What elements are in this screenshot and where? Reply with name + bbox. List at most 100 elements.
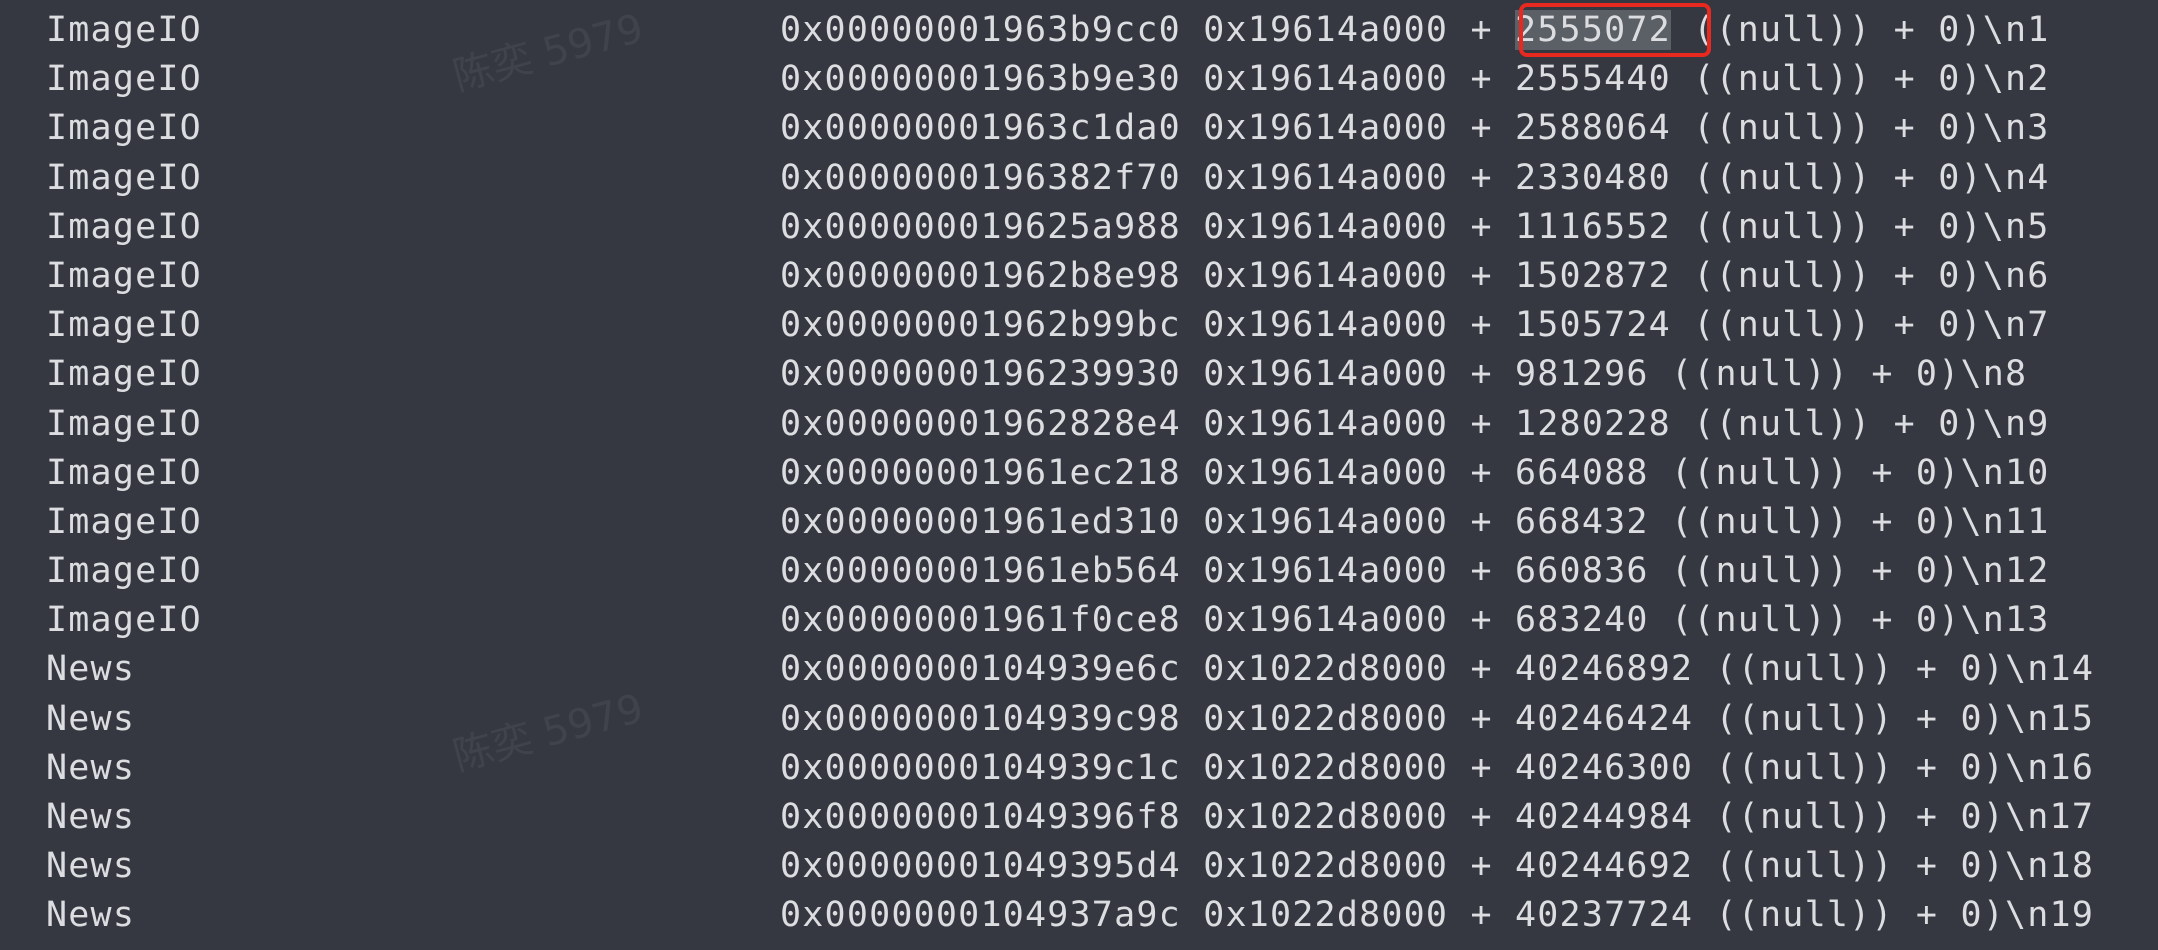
- frame-text: 0x00000001049396f8 0x1022d8000 + 4024498…: [780, 797, 2095, 837]
- offset: 1116552: [1515, 206, 1671, 247]
- frame-address: 0x00000001049396f8: [780, 797, 1181, 837]
- stack-frame-row: News 0x00000001049395d4 0x1022d8000 + 402…: [0, 842, 2158, 891]
- library-name: ImageIO: [46, 551, 202, 592]
- offset: 668432: [1515, 501, 1649, 542]
- library-name: ImageIO: [46, 600, 202, 641]
- stack-frame-row: News 0x00000001049396f8 0x1022d8000 + 402…: [0, 793, 2158, 842]
- frame-address: 0x00000001963b9e30: [780, 59, 1181, 100]
- stack-frame-row: News 0x0000000104937a9c 0x1022d8000 + 402…: [0, 891, 2158, 940]
- offset: 40246424: [1515, 698, 1694, 739]
- frame-text: 0x00000001962b8e98 0x19614a000 + 1502872…: [780, 255, 2050, 296]
- library-name: News: [46, 747, 136, 788]
- library-name: ImageIO: [46, 305, 202, 346]
- library-name: ImageIO: [46, 10, 202, 50]
- stack-frame-row: ImageIO 0x0000000196382f70 0x19614a000 + …: [0, 154, 2158, 203]
- library-name: News: [46, 698, 136, 739]
- frame-text: 0x00000001963b9cc0 0x19614a000 + 2555072…: [780, 10, 2050, 50]
- library-name: News: [46, 895, 136, 936]
- stack-frame-row: ImageIO 0x00000001963c1da0 0x19614a000 + …: [0, 104, 2158, 153]
- frame-address: 0x00000001962b99bc: [780, 305, 1181, 346]
- frame-text: 0x0000000104939c98 0x1022d8000 + 4024642…: [780, 698, 2095, 739]
- frame-suffix: ((null)) + 0)\n16: [1715, 747, 2095, 788]
- base-address: 0x19614a000: [1203, 501, 1449, 542]
- offset: 40244984: [1515, 797, 1694, 837]
- frame-address: 0x0000000104939c98: [780, 698, 1181, 739]
- stack-frame-row: ImageIO 0x00000001962b8e98 0x19614a000 + …: [0, 252, 2158, 301]
- stack-frame-row: ImageIO 0x00000001961eb564 0x19614a000 + …: [0, 547, 2158, 596]
- offset: 40246300: [1515, 747, 1694, 788]
- frame-suffix: ((null)) + 0)\n3: [1693, 108, 2050, 149]
- frame-suffix: ((null)) + 0)\n2: [1693, 59, 2050, 100]
- library-name: ImageIO: [46, 501, 202, 542]
- offset: 1280228: [1515, 403, 1671, 444]
- frame-text: 0x0000000196239930 0x19614a000 + 981296 …: [780, 354, 2028, 395]
- highlight-box: [1519, 3, 1711, 57]
- base-address: 0x1022d8000: [1203, 895, 1449, 936]
- frame-suffix: ((null)) + 0)\n13: [1670, 600, 2050, 641]
- frame-text: 0x0000000104939c1c 0x1022d8000 + 4024630…: [780, 747, 2095, 788]
- offset: 664088: [1515, 452, 1649, 493]
- frame-text: 0x000000019625a988 0x19614a000 + 1116552…: [780, 206, 2050, 247]
- base-address: 0x19614a000: [1203, 551, 1449, 592]
- base-address: 0x1022d8000: [1203, 649, 1449, 690]
- offset: 2330480: [1515, 157, 1671, 198]
- frame-text: 0x00000001961ec218 0x19614a000 + 664088 …: [780, 452, 2050, 493]
- frame-address: 0x0000000104939c1c: [780, 747, 1181, 788]
- frame-address: 0x00000001962828e4: [780, 403, 1181, 444]
- frame-suffix: ((null)) + 0)\n11: [1670, 501, 2050, 542]
- stack-frame-row: ImageIO 0x00000001961ed310 0x19614a000 + …: [0, 498, 2158, 547]
- frame-suffix: ((null)) + 0)\n8: [1670, 354, 2028, 395]
- frame-address: 0x00000001049395d4: [780, 846, 1181, 887]
- base-address: 0x1022d8000: [1203, 698, 1449, 739]
- base-address: 0x19614a000: [1203, 354, 1449, 395]
- base-address: 0x19614a000: [1203, 452, 1449, 493]
- frame-text: 0x00000001961ed310 0x19614a000 + 668432 …: [780, 501, 2050, 542]
- stack-frame-row: ImageIO 0x00000001962828e4 0x19614a000 + …: [0, 400, 2158, 449]
- base-address: 0x19614a000: [1203, 600, 1449, 641]
- base-address: 0x1022d8000: [1203, 747, 1449, 788]
- frame-suffix: ((null)) + 0)\n14: [1715, 649, 2095, 690]
- frame-suffix: ((null)) + 0)\n18: [1715, 846, 2095, 887]
- base-address: 0x1022d8000: [1203, 797, 1449, 837]
- frame-text: 0x0000000196382f70 0x19614a000 + 2330480…: [780, 157, 2050, 198]
- stack-frame-row: News 0x0000000104939c98 0x1022d8000 + 402…: [0, 695, 2158, 744]
- frame-suffix: ((null)) + 0)\n17: [1715, 797, 2095, 837]
- frame-address: 0x00000001963b9cc0: [780, 10, 1181, 50]
- offset: 2555440: [1515, 59, 1671, 100]
- frame-address: 0x00000001962b8e98: [780, 255, 1181, 296]
- library-name: ImageIO: [46, 108, 202, 149]
- frame-address: 0x00000001961ec218: [780, 452, 1181, 493]
- base-address: 0x19614a000: [1203, 10, 1449, 50]
- frame-address: 0x00000001961eb564: [780, 551, 1181, 592]
- frame-address: 0x0000000104937a9c: [780, 895, 1181, 936]
- frame-text: 0x00000001961f0ce8 0x19614a000 + 683240 …: [780, 600, 2050, 641]
- frame-suffix: ((null)) + 0)\n6: [1693, 255, 2050, 296]
- library-name: ImageIO: [46, 157, 202, 198]
- frame-text: 0x0000000104937a9c 0x1022d8000 + 4023772…: [780, 895, 2095, 936]
- frame-address: 0x00000001961ed310: [780, 501, 1181, 542]
- offset: 981296: [1515, 354, 1649, 395]
- library-name: News: [46, 797, 136, 837]
- frame-address: 0x0000000104939e6c: [780, 649, 1181, 690]
- frame-text: 0x00000001963c1da0 0x19614a000 + 2588064…: [780, 108, 2050, 149]
- stack-frame-row: ImageIO 0x000000019625a988 0x19614a000 + …: [0, 203, 2158, 252]
- frame-text: 0x00000001962b99bc 0x19614a000 + 1505724…: [780, 305, 2050, 346]
- frame-text: 0x00000001049395d4 0x1022d8000 + 4024469…: [780, 846, 2095, 887]
- frame-suffix: ((null)) + 0)\n19: [1715, 895, 2095, 936]
- base-address: 0x19614a000: [1203, 255, 1449, 296]
- offset: 683240: [1515, 600, 1649, 641]
- base-address: 0x19614a000: [1203, 206, 1449, 247]
- base-address: 0x19614a000: [1203, 305, 1449, 346]
- frame-text: 0x00000001961eb564 0x19614a000 + 660836 …: [780, 551, 2050, 592]
- library-name: ImageIO: [46, 403, 202, 444]
- frame-suffix: ((null)) + 0)\n15: [1715, 698, 2095, 739]
- library-name: ImageIO: [46, 59, 202, 100]
- frame-address: 0x0000000196239930: [780, 354, 1181, 395]
- frame-suffix: ((null)) + 0)\n4: [1693, 157, 2050, 198]
- library-name: ImageIO: [46, 255, 202, 296]
- stack-frame-row: ImageIO 0x00000001963b9cc0 0x19614a000 + …: [0, 6, 2158, 55]
- frame-address: 0x00000001963c1da0: [780, 108, 1181, 149]
- offset: 2588064: [1515, 108, 1671, 149]
- frame-suffix: ((null)) + 0)\n7: [1693, 305, 2050, 346]
- offset: 40244692: [1515, 846, 1694, 887]
